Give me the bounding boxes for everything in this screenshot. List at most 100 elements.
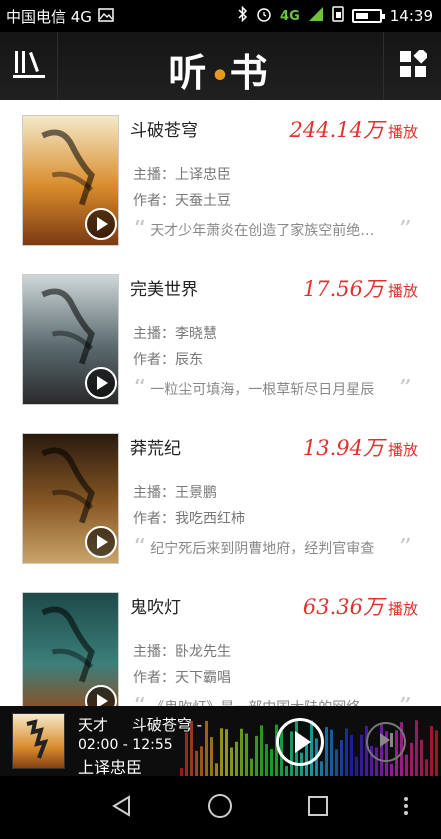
app-title: 听•书 <box>150 42 290 97</box>
visualizer-bar <box>340 739 343 776</box>
library-button[interactable] <box>0 32 58 100</box>
clock: 14:39 <box>389 7 433 25</box>
cover-play-icon[interactable] <box>85 526 117 558</box>
title-right: 书 <box>229 51 272 95</box>
cover-play-icon[interactable] <box>85 367 117 399</box>
book-cover[interactable] <box>22 592 119 706</box>
book-list-item[interactable]: 斗破苍穹 244.14万 播放 主播：上译忠臣 作者：天蚕土豆 “ 天才少年萧炎… <box>0 100 441 259</box>
play-count-unit: 播放 <box>387 600 418 618</box>
back-triangle-icon <box>111 794 133 821</box>
play-count-unit: 播放 <box>387 123 418 141</box>
carrier-label: 中国电信 4G <box>6 8 92 26</box>
play-count-number: 244.14万 <box>289 118 384 142</box>
visualizer-bar <box>260 725 263 776</box>
menu-button[interactable] <box>376 776 436 839</box>
description-text: 一粒尘可填海，一根草斩尽日月星辰 <box>150 382 375 398</box>
book-author: 作者：天下霸唱 <box>133 670 231 686</box>
visualizer-bar <box>235 741 238 776</box>
play-count-number: 17.56万 <box>302 277 384 301</box>
visualizer-bar <box>325 727 328 776</box>
visualizer-bar <box>215 763 218 776</box>
visualizer-bar <box>390 763 393 776</box>
library-icon <box>12 49 46 83</box>
visualizer-bar <box>350 734 353 776</box>
description-text: 纪宁死后来到阴曹地府，经判官审查 <box>150 541 375 557</box>
next-button[interactable] <box>366 722 406 762</box>
visualizer-bar <box>220 728 223 776</box>
app-bar: 听•书 <box>0 32 441 100</box>
visualizer-bar <box>270 749 273 776</box>
back-button[interactable] <box>82 776 162 839</box>
visualizer-bar <box>360 734 363 776</box>
play-count-number: 63.36万 <box>302 595 384 619</box>
close-quote-icon: ” <box>398 538 412 558</box>
play-count: 17.56万 播放 <box>303 273 418 303</box>
description-text: 天才少年萧炎在创造了家族空前绝后的修炼纪录后突然成了废人 <box>150 223 386 239</box>
playback-time: 02:00 - 12:55 <box>78 737 173 753</box>
open-quote-icon: “ <box>133 220 147 240</box>
visualizer-bar <box>230 747 233 776</box>
book-cover[interactable] <box>22 115 119 246</box>
menu-dots-icon <box>403 796 409 820</box>
description-text: 《鬼吹灯》是一部中国大陆的网络小说 <box>150 697 385 706</box>
visualizer-bar <box>430 725 433 776</box>
book-list[interactable]: 斗破苍穹 244.14万 播放 主播：上译忠臣 作者：天蚕土豆 “ 天才少年萧炎… <box>0 100 441 706</box>
bluetooth-icon <box>238 5 248 26</box>
now-playing-narrator: 上译忠臣 <box>78 758 143 776</box>
now-playing-cover[interactable] <box>12 713 65 769</box>
book-host: 主播：王景鹏 <box>133 485 217 501</box>
play-count-unit: 播放 <box>387 441 418 459</box>
book-description: “ 一粒尘可填海，一根草斩尽日月星辰 ” <box>133 379 418 399</box>
visualizer-bar <box>320 761 323 776</box>
visualizer-bar <box>205 720 208 776</box>
book-cover[interactable] <box>22 433 119 564</box>
visualizer-bar <box>210 737 213 776</box>
visualizer-bar <box>345 728 348 776</box>
visualizer-bar <box>240 728 243 776</box>
visualizer-bar <box>415 720 418 776</box>
close-quote-icon: ” <box>398 379 412 399</box>
visualizer-bar <box>200 746 203 776</box>
visualizer-bar <box>425 759 428 776</box>
visualizer-bar <box>255 735 258 776</box>
open-quote-icon: “ <box>133 379 147 399</box>
book-host: 主播：卧龙先生 <box>133 644 231 660</box>
visualizer-bar <box>420 739 423 776</box>
visualizer-bar <box>250 758 253 776</box>
system-nav-bar <box>0 776 441 839</box>
book-title: 鬼吹灯 <box>130 598 181 618</box>
book-host: 主播：上译忠臣 <box>133 167 231 183</box>
signal-icon <box>308 6 324 26</box>
play-count-unit: 播放 <box>387 282 418 300</box>
visualizer-bar <box>330 729 333 776</box>
book-list-item[interactable]: 鬼吹灯 63.36万 播放 主播：卧龙先生 作者：天下霸唱 “ 《鬼吹灯》是一部… <box>0 577 441 706</box>
visualizer-bar <box>195 750 198 776</box>
visualizer-bar <box>185 732 188 776</box>
book-host: 主播：李晓慧 <box>133 326 217 342</box>
book-title: 斗破苍穹 <box>130 121 198 141</box>
title-dot: • <box>210 59 230 94</box>
visualizer-bar <box>225 729 228 776</box>
home-button[interactable] <box>180 776 260 839</box>
visualizer-bar <box>435 730 438 776</box>
book-title: 完美世界 <box>130 280 198 300</box>
play-count: 13.94万 播放 <box>303 432 418 462</box>
book-list-item[interactable]: 完美世界 17.56万 播放 主播：李晓慧 作者：辰东 “ 一粒尘可填海，一根草… <box>0 259 441 418</box>
grid-menu-button[interactable] <box>383 32 441 100</box>
home-circle-icon <box>207 793 233 823</box>
cover-play-icon[interactable] <box>85 208 117 240</box>
book-title: 莽荒纪 <box>130 439 181 459</box>
status-bar: 中国电信 4G 4G 14:39 <box>0 0 441 32</box>
play-count: 63.36万 播放 <box>303 591 418 621</box>
book-author: 作者：天蚕土豆 <box>133 193 231 209</box>
next-icon <box>377 731 395 753</box>
book-cover[interactable] <box>22 274 119 405</box>
book-list-item[interactable]: 莽荒纪 13.94万 播放 主播：王景鹏 作者：我吃西红柿 “ 纪宁死后来到阴曹… <box>0 418 441 577</box>
visualizer-bar <box>355 756 358 776</box>
visualizer-bar <box>180 768 183 776</box>
play-count: 244.14万 播放 <box>290 114 419 144</box>
book-author: 作者：我吃西红柿 <box>133 511 245 527</box>
recent-apps-button[interactable] <box>278 776 358 839</box>
play-button[interactable] <box>276 718 324 766</box>
mini-player[interactable]: 天才 斗破苍穹 - 02:00 - 12:55 上译忠臣 <box>0 706 441 776</box>
